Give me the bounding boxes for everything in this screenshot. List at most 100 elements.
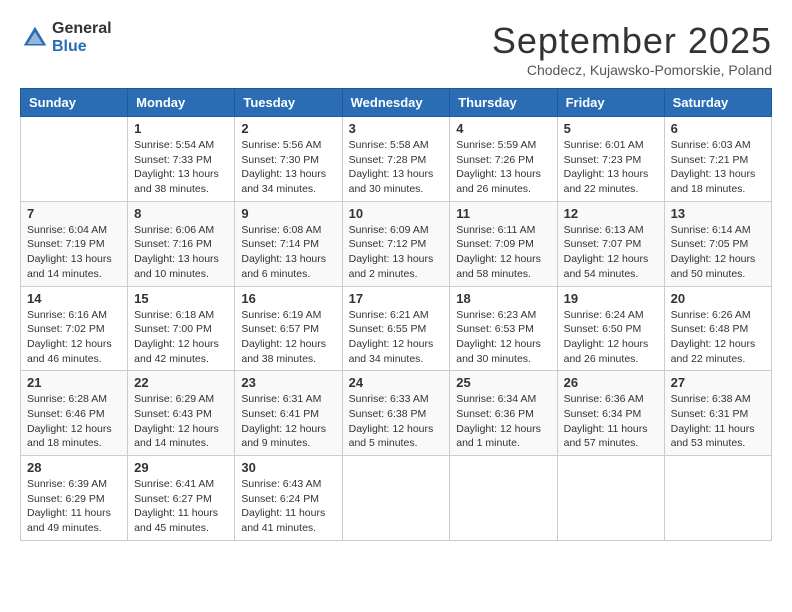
day-info: Sunrise: 6:19 AM Sunset: 6:57 PM Dayligh… [241,308,335,367]
day-number: 25 [456,375,550,390]
day-info: Sunrise: 6:03 AM Sunset: 7:21 PM Dayligh… [671,138,765,197]
logo: General Blue [20,20,112,55]
sunset: Sunset: 7:02 PM [27,323,105,335]
daylight: Daylight: 12 hours and 1 minute. [456,423,541,450]
table-row: 26 Sunrise: 6:36 AM Sunset: 6:34 PM Dayl… [557,371,664,456]
sunrise: Sunrise: 6:18 AM [134,309,214,321]
header-tuesday: Tuesday [235,89,342,117]
day-info: Sunrise: 6:16 AM Sunset: 7:02 PM Dayligh… [27,308,121,367]
day-info: Sunrise: 6:39 AM Sunset: 6:29 PM Dayligh… [27,477,121,536]
sunset: Sunset: 7:16 PM [134,238,212,250]
daylight: Daylight: 13 hours and 34 minutes. [241,168,326,195]
day-number: 7 [27,206,121,221]
calendar-week-row: 14 Sunrise: 6:16 AM Sunset: 7:02 PM Dayl… [21,286,772,371]
sunrise: Sunrise: 6:01 AM [564,139,644,151]
daylight: Daylight: 12 hours and 22 minutes. [671,338,756,365]
day-info: Sunrise: 6:38 AM Sunset: 6:31 PM Dayligh… [671,392,765,451]
table-row [450,456,557,541]
day-number: 27 [671,375,765,390]
day-number: 22 [134,375,228,390]
daylight: Daylight: 12 hours and 54 minutes. [564,253,649,280]
sunrise: Sunrise: 5:56 AM [241,139,321,151]
daylight: Daylight: 11 hours and 57 minutes. [564,423,648,450]
day-number: 5 [564,121,658,136]
daylight: Daylight: 11 hours and 53 minutes. [671,423,755,450]
sunrise: Sunrise: 6:26 AM [671,309,751,321]
day-number: 8 [134,206,228,221]
day-number: 29 [134,460,228,475]
daylight: Daylight: 12 hours and 34 minutes. [349,338,434,365]
day-number: 20 [671,291,765,306]
day-number: 24 [349,375,444,390]
calendar-table: Sunday Monday Tuesday Wednesday Thursday… [20,88,772,541]
table-row: 1 Sunrise: 5:54 AM Sunset: 7:33 PM Dayli… [128,117,235,202]
sunrise: Sunrise: 6:23 AM [456,309,536,321]
sunrise: Sunrise: 6:16 AM [27,309,107,321]
sunset: Sunset: 7:23 PM [564,154,642,166]
table-row: 16 Sunrise: 6:19 AM Sunset: 6:57 PM Dayl… [235,286,342,371]
logo-text: General Blue [52,20,112,55]
daylight: Daylight: 13 hours and 38 minutes. [134,168,219,195]
table-row: 11 Sunrise: 6:11 AM Sunset: 7:09 PM Dayl… [450,201,557,286]
sunset: Sunset: 6:48 PM [671,323,749,335]
day-number: 30 [241,460,335,475]
sunrise: Sunrise: 6:08 AM [241,224,321,236]
sunset: Sunset: 7:33 PM [134,154,212,166]
day-number: 18 [456,291,550,306]
day-info: Sunrise: 6:04 AM Sunset: 7:19 PM Dayligh… [27,223,121,282]
table-row: 17 Sunrise: 6:21 AM Sunset: 6:55 PM Dayl… [342,286,450,371]
day-number: 16 [241,291,335,306]
sunrise: Sunrise: 6:28 AM [27,393,107,405]
sunrise: Sunrise: 6:24 AM [564,309,644,321]
table-row: 24 Sunrise: 6:33 AM Sunset: 6:38 PM Dayl… [342,371,450,456]
sunrise: Sunrise: 6:06 AM [134,224,214,236]
day-number: 17 [349,291,444,306]
day-number: 4 [456,121,550,136]
sunset: Sunset: 7:09 PM [456,238,534,250]
calendar-week-row: 21 Sunrise: 6:28 AM Sunset: 6:46 PM Dayl… [21,371,772,456]
day-number: 23 [241,375,335,390]
header-saturday: Saturday [664,89,771,117]
table-row: 20 Sunrise: 6:26 AM Sunset: 6:48 PM Dayl… [664,286,771,371]
sunrise: Sunrise: 6:33 AM [349,393,429,405]
table-row: 2 Sunrise: 5:56 AM Sunset: 7:30 PM Dayli… [235,117,342,202]
table-row: 29 Sunrise: 6:41 AM Sunset: 6:27 PM Dayl… [128,456,235,541]
sunset: Sunset: 7:19 PM [27,238,105,250]
sunrise: Sunrise: 6:31 AM [241,393,321,405]
table-row: 14 Sunrise: 6:16 AM Sunset: 7:02 PM Dayl… [21,286,128,371]
sunrise: Sunrise: 6:34 AM [456,393,536,405]
daylight: Daylight: 12 hours and 30 minutes. [456,338,541,365]
sunrise: Sunrise: 6:13 AM [564,224,644,236]
day-info: Sunrise: 6:13 AM Sunset: 7:07 PM Dayligh… [564,223,658,282]
sunrise: Sunrise: 6:21 AM [349,309,429,321]
table-row [342,456,450,541]
daylight: Daylight: 13 hours and 18 minutes. [671,168,756,195]
day-info: Sunrise: 5:54 AM Sunset: 7:33 PM Dayligh… [134,138,228,197]
location-subtitle: Chodecz, Kujawsko-Pomorskie, Poland [492,62,772,78]
day-info: Sunrise: 6:36 AM Sunset: 6:34 PM Dayligh… [564,392,658,451]
table-row: 28 Sunrise: 6:39 AM Sunset: 6:29 PM Dayl… [21,456,128,541]
day-number: 1 [134,121,228,136]
daylight: Daylight: 13 hours and 26 minutes. [456,168,541,195]
day-info: Sunrise: 6:01 AM Sunset: 7:23 PM Dayligh… [564,138,658,197]
sunrise: Sunrise: 6:19 AM [241,309,321,321]
header-friday: Friday [557,89,664,117]
sunrise: Sunrise: 6:29 AM [134,393,214,405]
sunset: Sunset: 6:41 PM [241,408,319,420]
day-number: 3 [349,121,444,136]
day-number: 19 [564,291,658,306]
sunset: Sunset: 6:36 PM [456,408,534,420]
day-number: 26 [564,375,658,390]
day-info: Sunrise: 6:09 AM Sunset: 7:12 PM Dayligh… [349,223,444,282]
header-wednesday: Wednesday [342,89,450,117]
day-info: Sunrise: 6:21 AM Sunset: 6:55 PM Dayligh… [349,308,444,367]
sunrise: Sunrise: 6:09 AM [349,224,429,236]
daylight: Daylight: 13 hours and 6 minutes. [241,253,326,280]
day-number: 28 [27,460,121,475]
sunrise: Sunrise: 6:36 AM [564,393,644,405]
sunset: Sunset: 7:21 PM [671,154,749,166]
table-row: 12 Sunrise: 6:13 AM Sunset: 7:07 PM Dayl… [557,201,664,286]
table-row: 3 Sunrise: 5:58 AM Sunset: 7:28 PM Dayli… [342,117,450,202]
day-info: Sunrise: 6:11 AM Sunset: 7:09 PM Dayligh… [456,223,550,282]
sunrise: Sunrise: 6:38 AM [671,393,751,405]
